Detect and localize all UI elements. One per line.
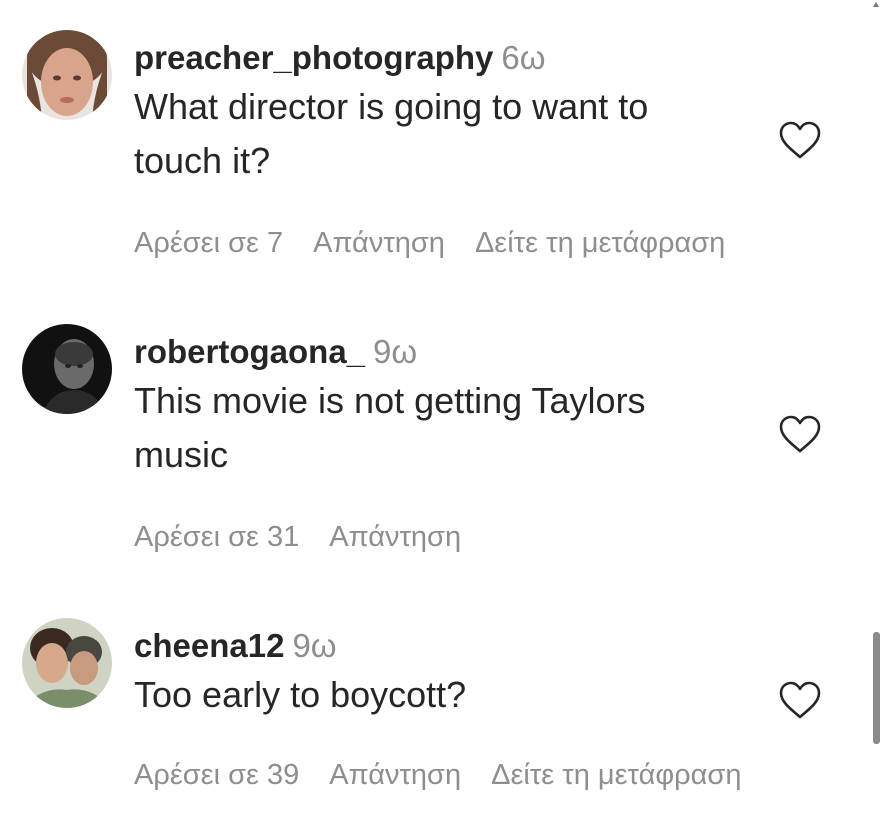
- reply-button[interactable]: Απάντηση: [313, 227, 445, 259]
- comment-actions: Αρέσει σε 39 Απάντηση Δείτε τη μετάφραση: [134, 758, 741, 792]
- username-link[interactable]: cheena12: [134, 627, 284, 664]
- comment-header: robertogaona_ 9ω: [134, 332, 654, 372]
- avatar[interactable]: [22, 324, 112, 414]
- comment-body: cheena12 9ω Too early to boycott?: [134, 626, 744, 722]
- username-link[interactable]: preacher_photography: [134, 39, 493, 76]
- comment-text: This movie is not getting Taylors music: [134, 380, 646, 475]
- scrollbar-thumb[interactable]: [873, 632, 880, 744]
- likes-count[interactable]: Αρέσει σε 7: [134, 227, 283, 259]
- like-button[interactable]: [778, 414, 822, 454]
- heart-outline-icon: [779, 415, 821, 453]
- two-people-selfie-avatar: [22, 618, 112, 708]
- timestamp[interactable]: 6ω: [501, 39, 545, 76]
- avatar[interactable]: [22, 618, 112, 708]
- comment-actions: Αρέσει σε 7 Απάντηση Δείτε τη μετάφραση: [134, 226, 725, 260]
- heart-outline-icon: [779, 121, 821, 159]
- like-button[interactable]: [778, 120, 822, 160]
- timestamp[interactable]: 9ω: [292, 627, 336, 664]
- see-translation-button[interactable]: Δείτε τη μετάφραση: [475, 227, 725, 259]
- comment-body: preacher_photography 6ω What director is …: [134, 38, 744, 188]
- comment-item: robertogaona_ 9ω This movie is not gettin…: [0, 300, 860, 580]
- comment-header: preacher_photography 6ω: [134, 38, 744, 78]
- comment-item: preacher_photography 6ω What director is …: [0, 0, 860, 280]
- scrollbar[interactable]: [872, 0, 880, 822]
- reply-button[interactable]: Απάντηση: [329, 759, 461, 791]
- reply-button[interactable]: Απάντηση: [329, 521, 461, 553]
- comment-header: cheena12 9ω: [134, 626, 744, 666]
- likes-count[interactable]: Αρέσει σε 31: [134, 521, 299, 553]
- comment-actions: Αρέσει σε 31 Απάντηση: [134, 520, 461, 554]
- username-link[interactable]: robertogaona_: [134, 333, 365, 370]
- like-button[interactable]: [778, 680, 822, 720]
- avatar[interactable]: [22, 30, 112, 120]
- scroll-up-arrow-icon[interactable]: [873, 2, 879, 7]
- comment-body: robertogaona_ 9ω This movie is not gettin…: [134, 332, 654, 482]
- comment-item: cheena12 9ω Too early to boycott? Αρέσει …: [0, 600, 860, 822]
- heart-outline-icon: [779, 681, 821, 719]
- likes-count[interactable]: Αρέσει σε 39: [134, 759, 299, 791]
- timestamp[interactable]: 9ω: [373, 333, 417, 370]
- woman-portrait-avatar: [22, 30, 112, 120]
- comment-text: What director is going to want to touch …: [134, 86, 649, 181]
- see-translation-button[interactable]: Δείτε τη μετάφραση: [491, 759, 741, 791]
- man-dark-portrait-avatar: [22, 324, 112, 414]
- comment-text: Too early to boycott?: [134, 674, 467, 715]
